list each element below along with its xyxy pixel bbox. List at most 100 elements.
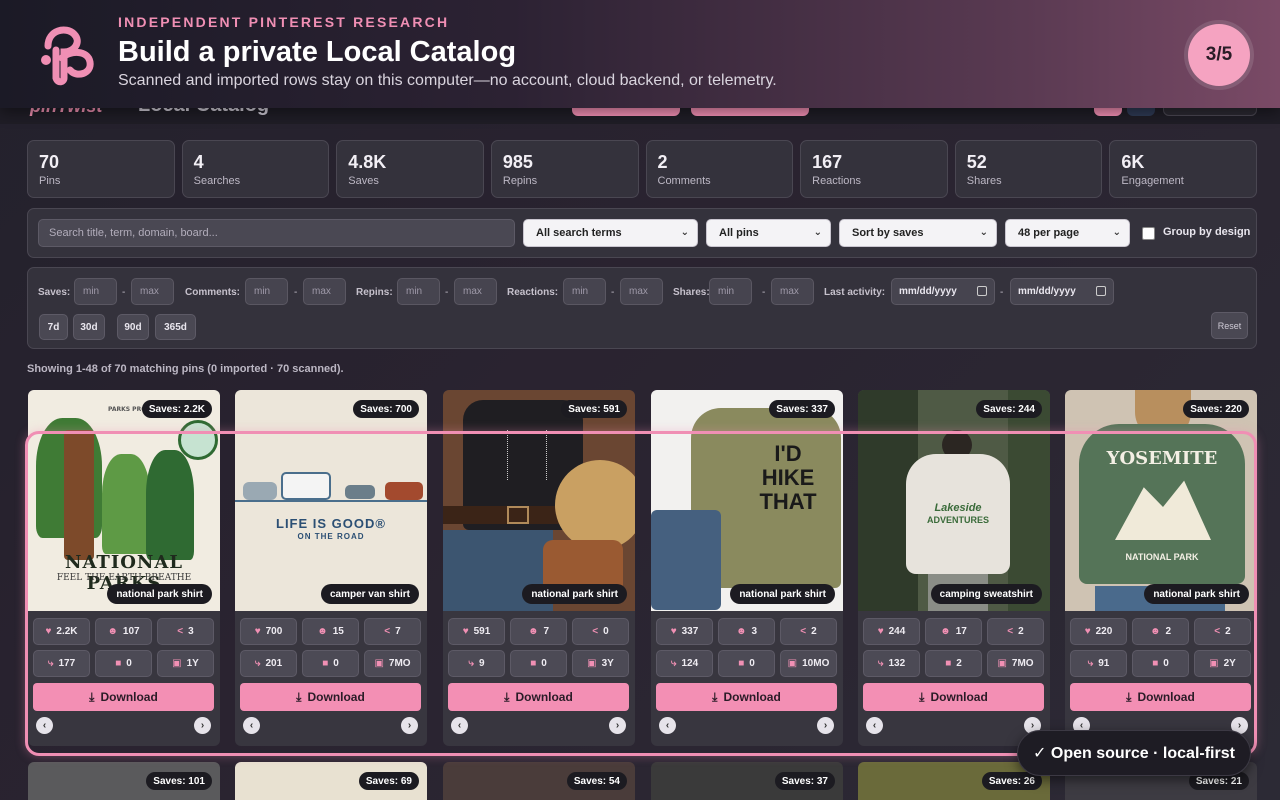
pin-filter-select[interactable]: All pins ⌄ (706, 219, 831, 247)
download-button[interactable]: ⤓ Download (863, 683, 1044, 711)
stat-label: Searches (193, 175, 241, 187)
date-from-input[interactable]: mm/dd/yyyy (891, 278, 995, 305)
pin-image[interactable]: YOSEMITE NATIONAL PARK Saves: 220 nation… (1065, 390, 1257, 611)
pin-card[interactable]: YOSEMITE NATIONAL PARK Saves: 220 nation… (1065, 390, 1257, 746)
group-by-design-checkbox[interactable] (1142, 227, 1155, 240)
metric-shares: <7 (364, 618, 421, 645)
pin-card[interactable]: Saves: 101 (28, 762, 220, 800)
download-button[interactable]: ⤓ Download (656, 683, 837, 711)
metric-repins: ⤷ 132 (863, 650, 920, 677)
search-term-select[interactable]: All search terms ⌄ (523, 219, 698, 247)
metric-shares: <2 (780, 618, 837, 645)
shares-min-input[interactable]: min (709, 278, 752, 305)
share-icon: < (177, 626, 184, 637)
prev-image-button[interactable]: ‹ (451, 717, 468, 734)
saves-badge: Saves: 337 (769, 400, 835, 418)
stat-label: Shares (966, 175, 1002, 187)
chip-30d[interactable]: 30d (73, 314, 105, 340)
range-dash: - (122, 287, 126, 298)
pin-image[interactable]: Saves: 591 national park shirt (443, 390, 635, 611)
metric-shares: <0 (572, 618, 629, 645)
saves-badge: Saves: 2.2K (141, 400, 212, 418)
pin-image[interactable]: LIFE IS GOOD® ON THE ROAD Saves: 700 cam… (235, 390, 427, 611)
saves-min-input[interactable]: min (74, 278, 117, 305)
next-image-button[interactable]: › (817, 717, 834, 734)
saves-badge: Saves: 591 (561, 400, 627, 418)
pin-card[interactable]: Lakeside ADVENTURES Saves: 244 camping s… (858, 390, 1050, 746)
comments-min-input[interactable]: min (245, 278, 288, 305)
reactions-max-input[interactable]: max (620, 278, 663, 305)
emoji-icon: ☻ (317, 626, 328, 637)
stats-row: 70 Pins 4 Searches 4.8K Saves 985 Repins 2 Co… (27, 140, 1257, 198)
chip-90d[interactable]: 90d (117, 314, 149, 340)
prev-image-button[interactable]: ‹ (659, 717, 676, 734)
date-to-input[interactable]: mm/dd/yyyy (1010, 278, 1114, 305)
comments-max-input[interactable]: max (303, 278, 346, 305)
metric-value: 17 (955, 626, 967, 637)
pin-card[interactable]: Saves: 37 (651, 762, 843, 800)
download-icon: ⤓ (504, 689, 510, 704)
stat-shares: 52 Shares (954, 140, 1103, 198)
chevron-down-icon: ⌄ (1112, 227, 1121, 238)
reset-button[interactable]: Reset (1211, 312, 1248, 339)
page-size-select[interactable]: 48 per page ⌄ (1005, 219, 1130, 247)
saves-max-input[interactable]: max (131, 278, 174, 305)
pin-card[interactable]: LIFE IS GOOD® ON THE ROAD Saves: 700 cam… (235, 390, 427, 746)
heart-icon: ♥ (670, 626, 677, 637)
chip-365d[interactable]: 365d (155, 314, 196, 340)
calendar-icon[interactable] (977, 286, 987, 296)
saves-badge: Saves: 220 (1183, 400, 1249, 418)
date-placeholder: mm/dd/yyyy (899, 286, 957, 297)
pin-card[interactable]: Saves: 26 (858, 762, 1050, 800)
metric-shares: <2 (987, 618, 1044, 645)
metric-comments: ■ 2 (925, 650, 982, 677)
metric-age: ▣ 1Y (157, 650, 214, 677)
repins-min-input[interactable]: min (397, 278, 440, 305)
step-indicator: 3/5 (1188, 24, 1250, 86)
metric-value: 132 (888, 658, 906, 669)
metric-value: 124 (681, 658, 699, 669)
shares-max-input[interactable]: max (771, 278, 814, 305)
calendar-icon: ▣ (1209, 658, 1219, 669)
next-image-button[interactable]: › (401, 717, 418, 734)
chip-7d[interactable]: 7d (39, 314, 68, 340)
metric-value: 2 (811, 626, 817, 637)
pin-card[interactable]: Saves: 54 (443, 762, 635, 800)
download-button[interactable]: ⤓ Download (240, 683, 421, 711)
pin-image[interactable]: I'D HIKE THAT Saves: 337 national park s… (651, 390, 843, 611)
pin-image[interactable]: Lakeside ADVENTURES Saves: 244 camping s… (858, 390, 1050, 611)
metric-value: 15 (332, 626, 344, 637)
saves-badge: Saves: 69 (358, 772, 419, 790)
metric-saves: ♥ 700 (240, 618, 297, 645)
metric-value: 177 (58, 658, 76, 669)
download-button[interactable]: ⤓ Download (448, 683, 629, 711)
pin-card[interactable]: I'D HIKE THAT Saves: 337 national park s… (651, 390, 843, 746)
download-label: Download (307, 690, 365, 704)
calendar-icon[interactable] (1096, 286, 1106, 296)
metric-age: ▣ 10MO (780, 650, 837, 677)
prev-image-button[interactable]: ‹ (866, 717, 883, 734)
metric-value: 9 (479, 658, 485, 669)
repins-max-input[interactable]: max (454, 278, 497, 305)
art-text: YOSEMITE (1106, 448, 1218, 469)
share-icon: < (1214, 626, 1221, 637)
download-button[interactable]: ⤓ Download (33, 683, 214, 711)
prev-image-button[interactable]: ‹ (36, 717, 53, 734)
reactions-min-input[interactable]: min (563, 278, 606, 305)
prev-image-button[interactable]: ‹ (243, 717, 260, 734)
banner-subtitle: Scanned and imported rows stay on this c… (118, 72, 777, 89)
date-placeholder: mm/dd/yyyy (1018, 286, 1076, 297)
metric-value: 2Y (1223, 658, 1236, 669)
sort-select[interactable]: Sort by saves ⌄ (839, 219, 997, 247)
download-label: Download (100, 690, 158, 704)
pin-card[interactable]: Saves: 69 (235, 762, 427, 800)
next-image-button[interactable]: › (194, 717, 211, 734)
download-button[interactable]: ⤓ Download (1070, 683, 1251, 711)
next-image-button[interactable]: › (609, 717, 626, 734)
pin-card[interactable]: PARKS PROJECT NATIONAL PARKS FEEL THE EA… (28, 390, 220, 746)
pin-image[interactable]: PARKS PROJECT NATIONAL PARKS FEEL THE EA… (28, 390, 220, 611)
pin-card[interactable]: Saves: 591 national park shirt ♥ 591 ☻ 7 <… (443, 390, 635, 746)
search-input[interactable] (38, 219, 515, 247)
search-term-badge: camper van shirt (320, 584, 419, 604)
stat-label: Comments (657, 175, 711, 187)
